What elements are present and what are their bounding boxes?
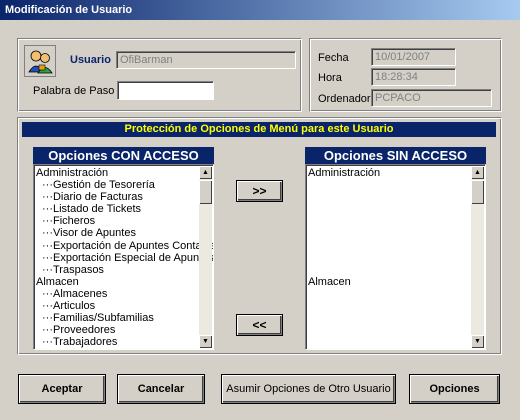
scroll-thumb[interactable] <box>471 180 484 204</box>
password-label: Palabra de Paso : <box>33 85 121 97</box>
list-item[interactable]: ···Trabajadores <box>36 336 213 348</box>
list-spacer <box>308 240 485 252</box>
con-acceso-list[interactable]: Administración ···Gestión de Tesorería ···… <box>33 164 214 350</box>
add-access-button[interactable]: >> <box>236 180 283 202</box>
con-acceso-scrollbar[interactable]: ▲ ▼ <box>199 166 212 348</box>
cancelar-label: Cancelar <box>137 383 185 395</box>
list-item[interactable]: ···Gestión de Tesorería <box>36 179 213 191</box>
usuario-label: Usuario <box>70 54 111 66</box>
list-item[interactable]: Almacen <box>308 276 485 288</box>
list-item[interactable]: ···Ficheros <box>36 215 213 227</box>
window-title: Modificación de Usuario <box>0 0 520 20</box>
list-item[interactable]: ···Almacenes <box>36 288 213 300</box>
opciones-button[interactable]: Opciones <box>409 374 500 404</box>
asumir-opciones-button[interactable]: Asumir Opciones de Otro Usuario <box>221 374 396 404</box>
asumir-opciones-label: Asumir Opciones de Otro Usuario <box>226 383 391 395</box>
list-item[interactable]: ···Traspasos <box>36 264 213 276</box>
scroll-down-arrow-icon[interactable]: ▼ <box>471 335 484 348</box>
list-spacer <box>308 179 485 191</box>
list-item[interactable]: ···Diario de Facturas <box>36 191 213 203</box>
list-item[interactable]: ···Articulos <box>36 300 213 312</box>
hora-label: Hora <box>318 72 342 84</box>
list-spacer <box>308 252 485 264</box>
list-spacer <box>308 227 485 239</box>
opciones-label: Opciones <box>429 383 480 395</box>
ordenador-label: Ordenador <box>318 93 371 105</box>
sin-acceso-list[interactable]: Administración Almacen ▲ ▼ <box>305 164 486 350</box>
list-item[interactable]: ···Familias/Subfamilias <box>36 312 213 324</box>
fecha-field: 10/01/2007 <box>371 48 456 66</box>
list-item[interactable]: ···Exportación de Apuntes Contables <box>36 240 213 252</box>
hora-field: 18:28:34 <box>371 68 456 86</box>
list-spacer <box>308 264 485 276</box>
scroll-up-arrow-icon[interactable]: ▲ <box>471 166 484 179</box>
fecha-label: Fecha <box>318 52 349 64</box>
password-input[interactable] <box>117 81 214 100</box>
aceptar-button[interactable]: Aceptar <box>18 374 106 404</box>
list-item[interactable]: ···Visor de Apuntes <box>36 227 213 239</box>
list-spacer <box>308 215 485 227</box>
list-item[interactable]: ···Listado de Tickets <box>36 203 213 215</box>
con-acceso-header: Opciones CON ACCESO <box>33 147 214 164</box>
protection-title: Protección de Opciones de Menú para este… <box>22 122 496 137</box>
list-item[interactable]: Almacen <box>36 276 213 288</box>
scroll-up-arrow-icon[interactable]: ▲ <box>199 166 212 179</box>
list-item[interactable]: ···Exportación Especial de Apuntes <box>36 252 213 264</box>
usuario-field: OfiBarman <box>116 51 296 69</box>
aceptar-label: Aceptar <box>41 383 83 395</box>
list-spacer <box>308 191 485 203</box>
sin-acceso-scrollbar[interactable]: ▲ ▼ <box>471 166 484 348</box>
users-icon <box>24 45 56 77</box>
list-item[interactable]: ···Proveedores <box>36 324 213 336</box>
scroll-down-arrow-icon[interactable]: ▼ <box>199 335 212 348</box>
ordenador-field: PCPACO <box>371 89 492 107</box>
cancelar-button[interactable]: Cancelar <box>117 374 205 404</box>
user-groupbox <box>17 38 302 112</box>
list-item[interactable]: Administración <box>36 167 213 179</box>
remove-access-button[interactable]: << <box>236 314 283 336</box>
list-item[interactable]: Administración <box>308 167 485 179</box>
scroll-thumb[interactable] <box>199 180 212 204</box>
list-spacer <box>308 203 485 215</box>
sin-acceso-header: Opciones SIN ACCESO <box>305 147 486 164</box>
